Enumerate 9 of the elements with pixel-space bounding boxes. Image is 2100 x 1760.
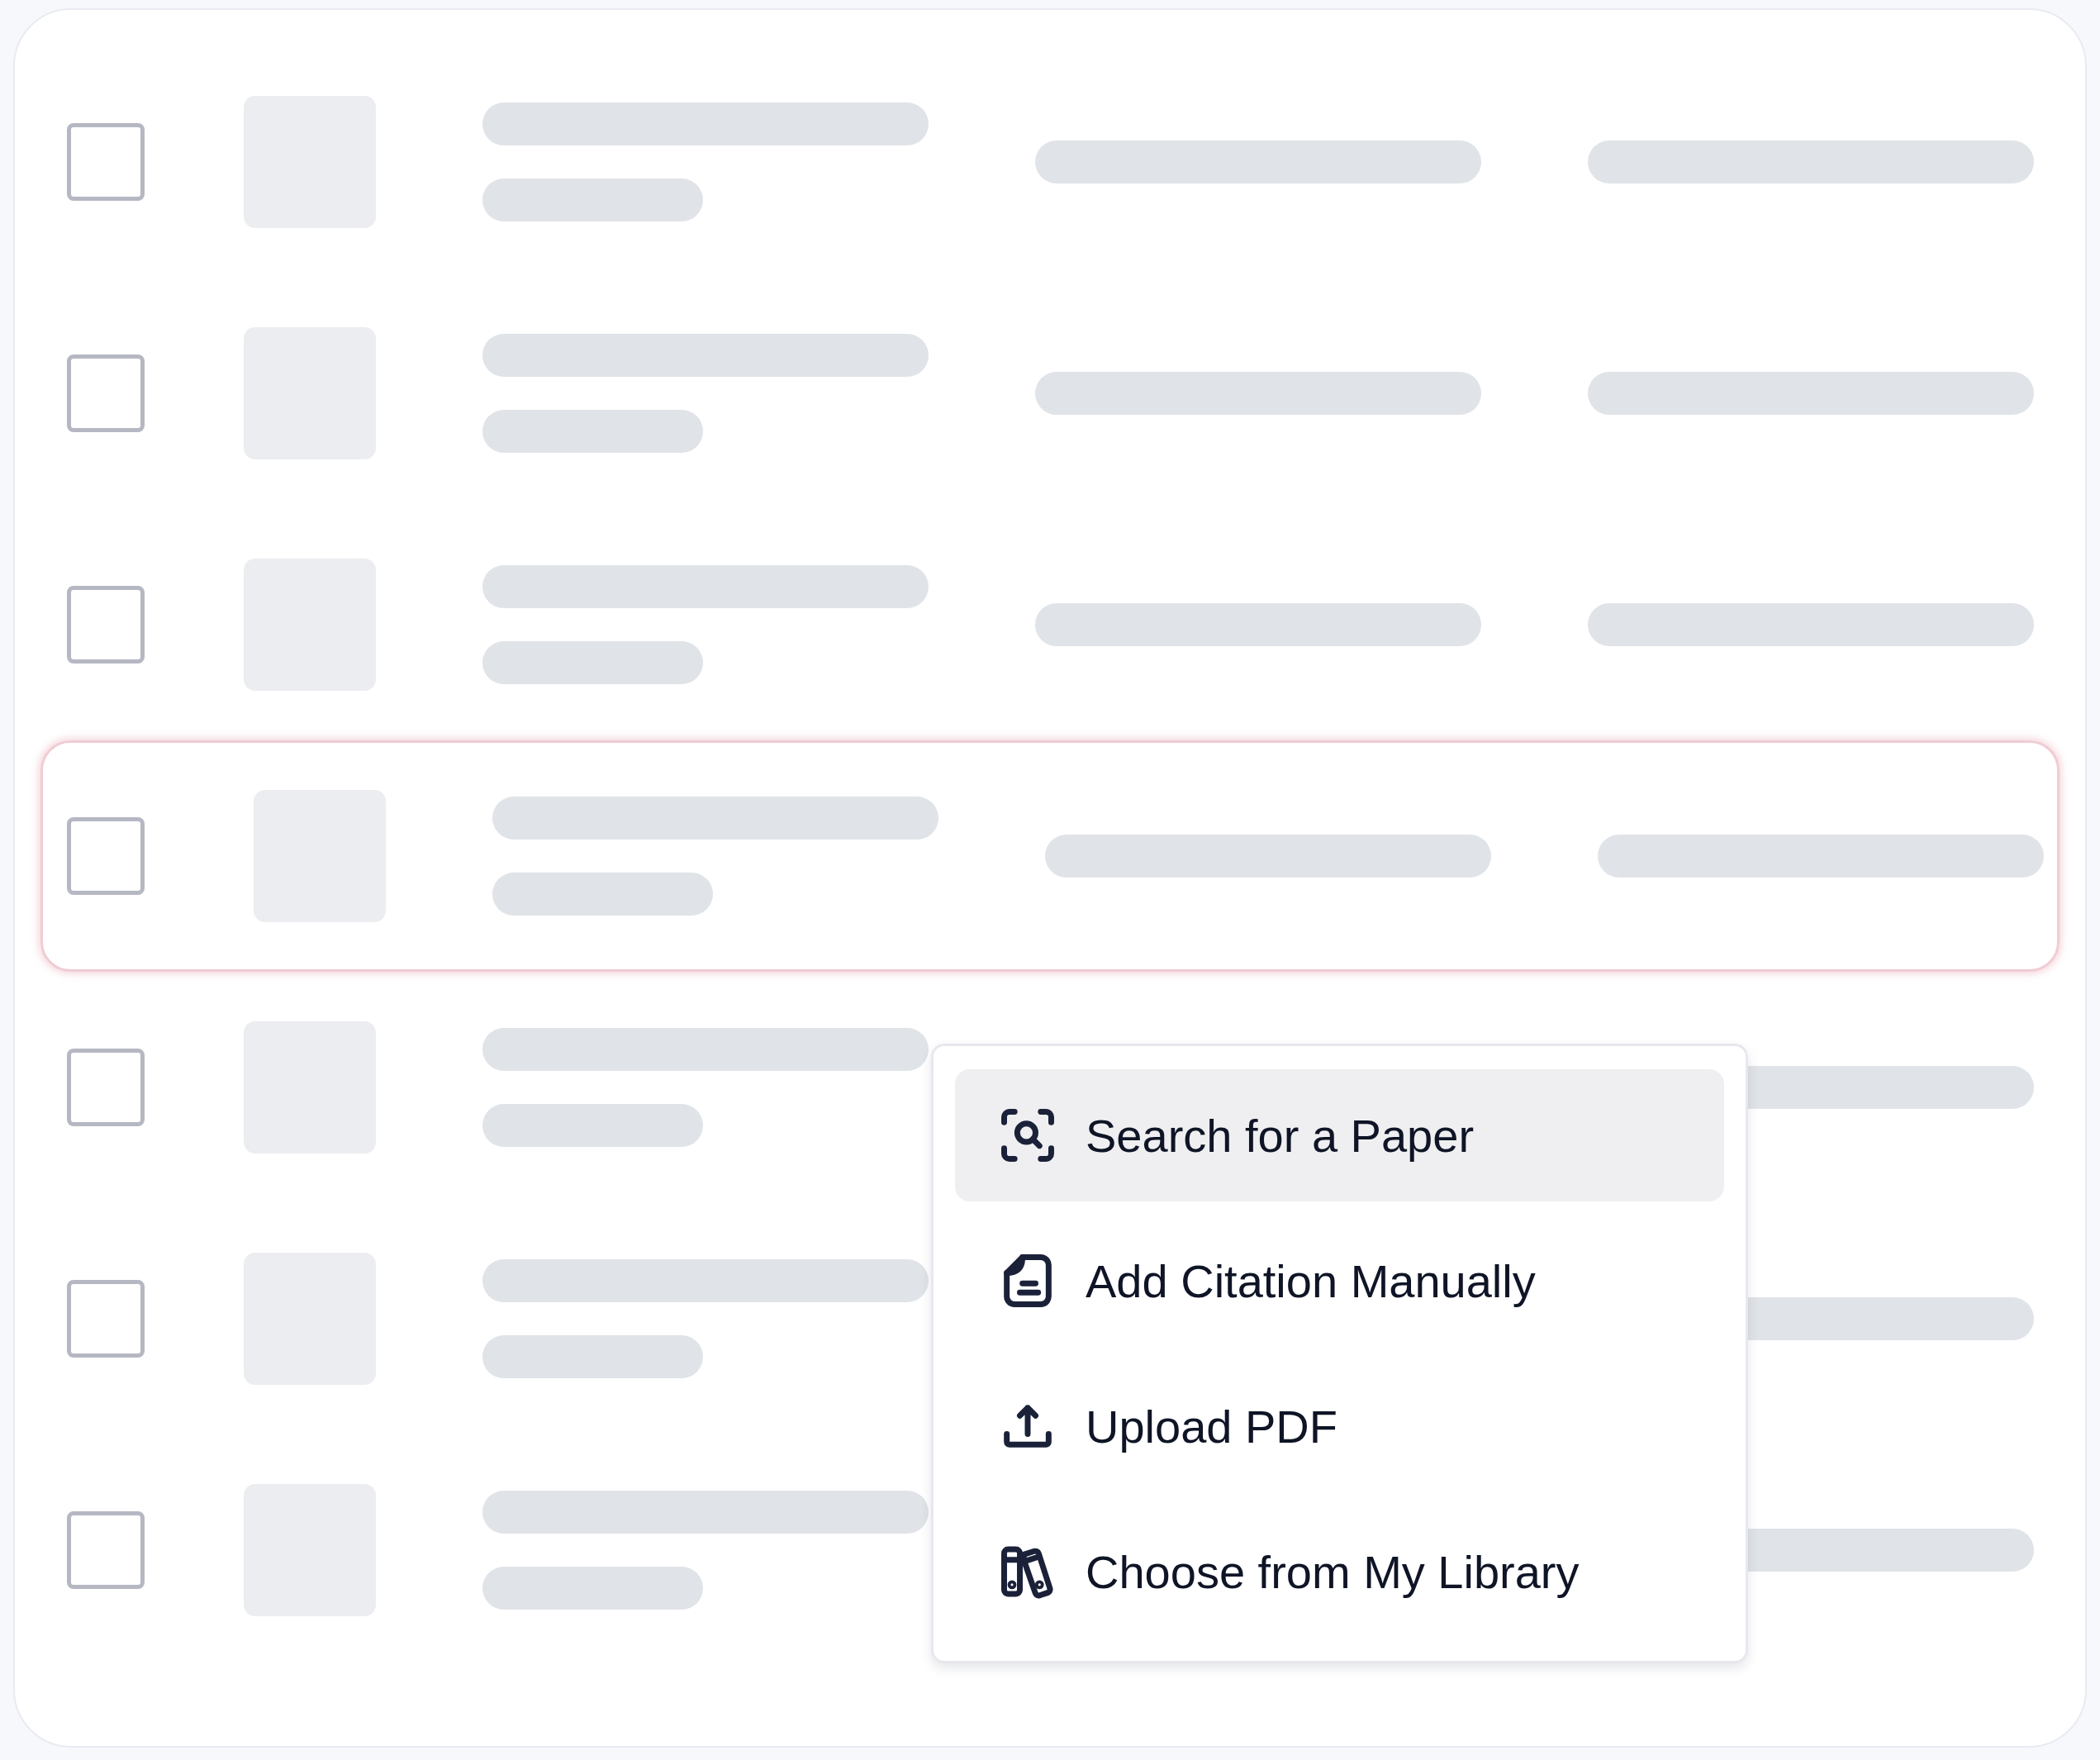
checkbox[interactable] xyxy=(67,354,145,432)
checkbox[interactable] xyxy=(67,123,145,201)
checkbox[interactable] xyxy=(67,1511,145,1589)
menu-item[interactable]: Search for a Paper xyxy=(955,1069,1724,1201)
checkbox[interactable] xyxy=(67,1280,145,1358)
checkbox[interactable] xyxy=(67,817,145,895)
highlighted-row[interactable] xyxy=(40,740,2060,972)
checkbox[interactable] xyxy=(67,586,145,664)
checkbox[interactable] xyxy=(67,1049,145,1126)
